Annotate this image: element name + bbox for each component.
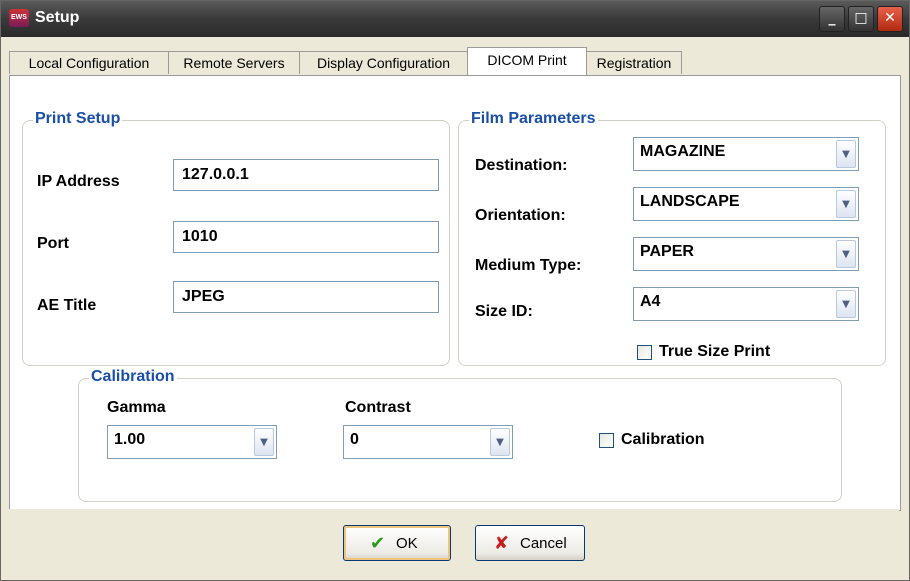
size-id-combo[interactable]: A4 ▼ bbox=[633, 287, 859, 321]
gamma-label: Gamma bbox=[107, 399, 166, 416]
true-size-print-label: True Size Print bbox=[659, 343, 771, 360]
medium-type-label: Medium Type: bbox=[475, 257, 582, 274]
cancel-x-icon: ✘ bbox=[494, 533, 510, 554]
minimize-button[interactable]: _ bbox=[819, 6, 845, 32]
chevron-down-icon[interactable]: ▼ bbox=[836, 290, 856, 318]
orientation-combo[interactable]: LANDSCAPE ▼ bbox=[633, 187, 859, 221]
ae-title-label: AE Title bbox=[37, 297, 97, 314]
calibration-checkbox[interactable] bbox=[599, 433, 614, 448]
chevron-down-icon[interactable]: ▼ bbox=[836, 190, 856, 218]
destination-combo[interactable]: MAGAZINE ▼ bbox=[633, 137, 859, 171]
calibration-title: Calibration bbox=[89, 368, 177, 386]
title-bar[interactable]: EWS Setup _ □ ✕ bbox=[1, 1, 909, 37]
medium-type-value: PAPER bbox=[640, 243, 694, 260]
contrast-label: Contrast bbox=[345, 399, 411, 416]
chevron-down-icon[interactable]: ▼ bbox=[254, 428, 274, 456]
contrast-combo[interactable]: 0 ▼ bbox=[343, 425, 513, 459]
tab-dicom-print[interactable]: DICOM Print bbox=[467, 47, 587, 75]
calibration-checkbox-label: Calibration bbox=[621, 431, 705, 448]
chevron-down-icon[interactable]: ▼ bbox=[490, 428, 510, 456]
gamma-value: 1.00 bbox=[114, 431, 146, 448]
medium-type-combo[interactable]: PAPER ▼ bbox=[633, 237, 859, 271]
ae-title-input[interactable] bbox=[173, 281, 439, 313]
destination-value: MAGAZINE bbox=[640, 143, 726, 160]
orientation-label: Orientation: bbox=[475, 207, 566, 224]
maximize-button[interactable]: □ bbox=[848, 6, 874, 32]
ok-label: OK bbox=[396, 535, 418, 552]
window-title: Setup bbox=[35, 9, 80, 26]
gamma-combo[interactable]: 1.00 ▼ bbox=[107, 425, 277, 459]
ip-address-input[interactable] bbox=[173, 159, 439, 191]
tab-remote-servers[interactable]: Remote Servers bbox=[168, 51, 300, 74]
orientation-value: LANDSCAPE bbox=[640, 193, 740, 210]
chevron-down-icon[interactable]: ▼ bbox=[836, 140, 856, 168]
contrast-value: 0 bbox=[350, 431, 359, 448]
calibration-group: Calibration Gamma 1.00 ▼ Contrast 0 ▼ Ca… bbox=[78, 368, 842, 502]
true-size-print-checkbox[interactable] bbox=[637, 345, 652, 360]
dicom-print-panel: Print Setup IP Address Port AE Title Fil… bbox=[9, 75, 901, 511]
cancel-label: Cancel bbox=[520, 535, 567, 552]
close-button[interactable]: ✕ bbox=[877, 6, 903, 32]
tab-display-configuration[interactable]: Display Configuration bbox=[299, 51, 468, 74]
ok-button[interactable]: ✔ OK bbox=[343, 525, 451, 561]
chevron-down-icon[interactable]: ▼ bbox=[836, 240, 856, 268]
destination-label: Destination: bbox=[475, 157, 568, 174]
port-label: Port bbox=[37, 235, 69, 252]
button-bar: ✔ OK ✘ Cancel bbox=[9, 509, 899, 573]
film-parameters-group: Film Parameters Destination: MAGAZINE ▼ … bbox=[458, 110, 886, 366]
print-setup-group: Print Setup IP Address Port AE Title bbox=[22, 110, 450, 366]
setup-window: EWS Setup _ □ ✕ Local Configuration Remo… bbox=[0, 0, 910, 581]
port-input[interactable] bbox=[173, 221, 439, 253]
cancel-button[interactable]: ✘ Cancel bbox=[475, 525, 585, 561]
ip-address-label: IP Address bbox=[37, 173, 120, 190]
film-parameters-title: Film Parameters bbox=[469, 110, 598, 128]
app-icon: EWS bbox=[9, 9, 29, 27]
size-id-value: A4 bbox=[640, 293, 661, 310]
checkmark-icon: ✔ bbox=[370, 533, 386, 554]
tab-registration[interactable]: Registration bbox=[586, 51, 682, 74]
print-setup-title: Print Setup bbox=[33, 110, 123, 128]
tab-local-configuration[interactable]: Local Configuration bbox=[9, 51, 169, 74]
size-id-label: Size ID: bbox=[475, 303, 533, 320]
